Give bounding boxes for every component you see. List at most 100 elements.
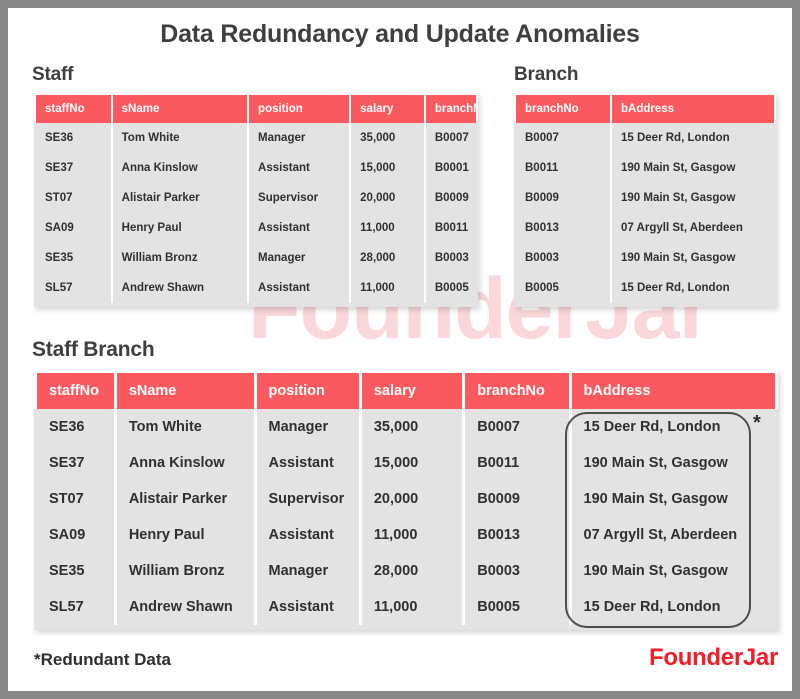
table-cell: B0005 — [516, 273, 610, 303]
table-cell: B0005 — [425, 273, 476, 303]
staff-branch-table-column-header: branchNo — [465, 373, 569, 409]
staff-branch-table-column-header: staffNo — [37, 373, 114, 409]
table-cell: SE37 — [37, 445, 114, 481]
table-cell: B0011 — [425, 213, 476, 243]
table-cell: SA09 — [36, 213, 111, 243]
table-cell: SL57 — [37, 589, 114, 625]
table-row: SL57 Andrew Shawn Assistant 11,000 B0005 — [36, 273, 476, 303]
table-cell: 15 Deer Rd, London — [571, 409, 775, 445]
slide-frame: FounderJar Data Redundancy and Update An… — [0, 0, 800, 699]
table-cell: Manager — [256, 553, 359, 589]
table-cell: 11,000 — [361, 517, 463, 553]
table-cell: William Bronz — [116, 553, 254, 589]
table-row: SE35 William Bronz Manager 28,000 B0003 190 M… — [37, 553, 775, 589]
table-cell: SE36 — [37, 409, 114, 445]
table-cell: B0007 — [465, 409, 569, 445]
table-cell: 15,000 — [361, 445, 463, 481]
staff-table-column-header: position — [249, 95, 350, 123]
staff-table-header-row: staffNosNamepositionsalarybranchNo — [34, 93, 478, 123]
redundancy-asterisk-marker: * — [753, 412, 761, 434]
table-cell: SE35 — [37, 553, 114, 589]
branch-table: branchNo bAddress B0007 15 Deer Rd, London B… — [514, 93, 776, 307]
staff-branch-table-header-row: staffNo sName position salary branchNo bAddre… — [34, 370, 778, 409]
table-row: SE37 Anna Kinslow Assistant 15,000 B0001 — [36, 153, 476, 183]
brand-logo: FounderJar — [648, 644, 778, 671]
table-cell: Assistant — [249, 273, 350, 303]
table-cell: 07 Argyll St, Aberdeen — [571, 517, 775, 553]
table-cell: 15 Deer Rd, London — [612, 273, 774, 303]
table-cell: ST07 — [37, 481, 114, 517]
table-cell: 20,000 — [361, 481, 463, 517]
table-cell: 15 Deer Rd, London — [612, 123, 774, 153]
page-title: Data Redundancy and Update Anomalies — [160, 20, 640, 48]
table-row: SE37 Anna Kinslow Assistant 15,000 B0011 190 … — [37, 445, 775, 481]
table-cell: B0001 — [425, 153, 476, 183]
staff-table-column-header: salary — [351, 95, 424, 123]
table-cell: Supervisor — [249, 183, 350, 213]
table-row: ST07 Alistair Parker Supervisor 20,000 B0009 — [36, 183, 476, 213]
table-cell: Assistant — [249, 213, 350, 243]
staff-table-column-header: sName — [112, 95, 248, 123]
footnote-redundant-data: *Redundant Data — [34, 650, 171, 669]
table-cell: Manager — [249, 123, 350, 153]
table-cell: Tom White — [112, 123, 248, 153]
table-cell: Assistant — [256, 589, 359, 625]
table-cell: B0013 — [465, 517, 569, 553]
table-cell: Manager — [256, 409, 359, 445]
table-cell: 35,000 — [361, 409, 463, 445]
table-cell: William Bronz — [112, 243, 248, 273]
table-cell: B0007 — [516, 123, 610, 153]
table-cell: 28,000 — [361, 553, 463, 589]
table-cell: 190 Main St, Gasgow — [612, 183, 774, 213]
table-cell: Andrew Shawn — [112, 273, 248, 303]
table-cell: B0009 — [465, 481, 569, 517]
table-row: SL57 Andrew Shawn Assistant 11,000 B0005 15 D… — [37, 589, 775, 625]
table-cell: 28,000 — [351, 243, 424, 273]
table-cell: B0013 — [516, 213, 610, 243]
table-row: B0003 190 Main St, Gasgow — [516, 243, 774, 273]
table-cell: Henry Paul — [116, 517, 254, 553]
staff-table-column-header: branchNo — [425, 95, 476, 123]
table-cell: Henry Paul — [112, 213, 248, 243]
table-cell: B0005 — [465, 589, 569, 625]
table-cell: B0011 — [465, 445, 569, 481]
staff-branch-table-label: Staff Branch — [32, 338, 155, 361]
table-cell: Assistant — [256, 445, 359, 481]
table-cell: 190 Main St, Gasgow — [571, 445, 775, 481]
table-cell: B0003 — [465, 553, 569, 589]
table-cell: B0009 — [425, 183, 476, 213]
table-row: SA09 Henry Paul Assistant 11,000 B0011 — [36, 213, 476, 243]
staff-branch-table-column-header: salary — [361, 373, 463, 409]
table-cell: 15 Deer Rd, London — [571, 589, 775, 625]
staff-table-body: SE36 Tom White Manager 35,000 B0007 SE37 Anna … — [34, 123, 478, 307]
staff-branch-table-body: SE36 Tom White Manager 35,000 B0007 15 Deer R… — [34, 409, 778, 630]
table-cell: B0009 — [516, 183, 610, 213]
staff-table-label: Staff — [32, 64, 74, 85]
branch-table-label: Branch — [514, 64, 579, 85]
table-cell: SE35 — [36, 243, 111, 273]
table-cell: SE36 — [36, 123, 111, 153]
staff-branch-table-column-header: position — [256, 373, 359, 409]
table-row: SA09 Henry Paul Assistant 11,000 B0013 07 Arg… — [37, 517, 775, 553]
table-row: SE36 Tom White Manager 35,000 B0007 15 Deer R… — [37, 409, 775, 445]
staff-branch-table-column-header: sName — [116, 373, 254, 409]
table-cell: SL57 — [36, 273, 111, 303]
table-row: B0013 07 Argyll St, Aberdeen — [516, 213, 774, 243]
table-cell: 190 Main St, Gasgow — [612, 153, 774, 183]
table-cell: 190 Main St, Gasgow — [571, 553, 775, 589]
branch-table-body: B0007 15 Deer Rd, London B0011 190 Main St,… — [514, 123, 776, 307]
staff-table-column-header: staffNo — [36, 95, 111, 123]
staff-branch-table-column-header: bAddress — [571, 373, 775, 409]
table-row: B0011 190 Main St, Gasgow — [516, 153, 774, 183]
table-row: B0009 190 Main St, Gasgow — [516, 183, 774, 213]
table-cell: 11,000 — [361, 589, 463, 625]
branch-table-column-header: branchNo — [516, 95, 610, 123]
table-cell: ST07 — [36, 183, 111, 213]
table-cell: SE37 — [36, 153, 111, 183]
table-cell: SA09 — [37, 517, 114, 553]
table-cell: Assistant — [256, 517, 359, 553]
table-cell: 20,000 — [351, 183, 424, 213]
staff-table: staffNosNamepositionsalarybranchNoSE36To… — [34, 93, 478, 307]
table-cell: 07 Argyll St, Aberdeen — [612, 213, 774, 243]
table-cell: 35,000 — [351, 123, 424, 153]
